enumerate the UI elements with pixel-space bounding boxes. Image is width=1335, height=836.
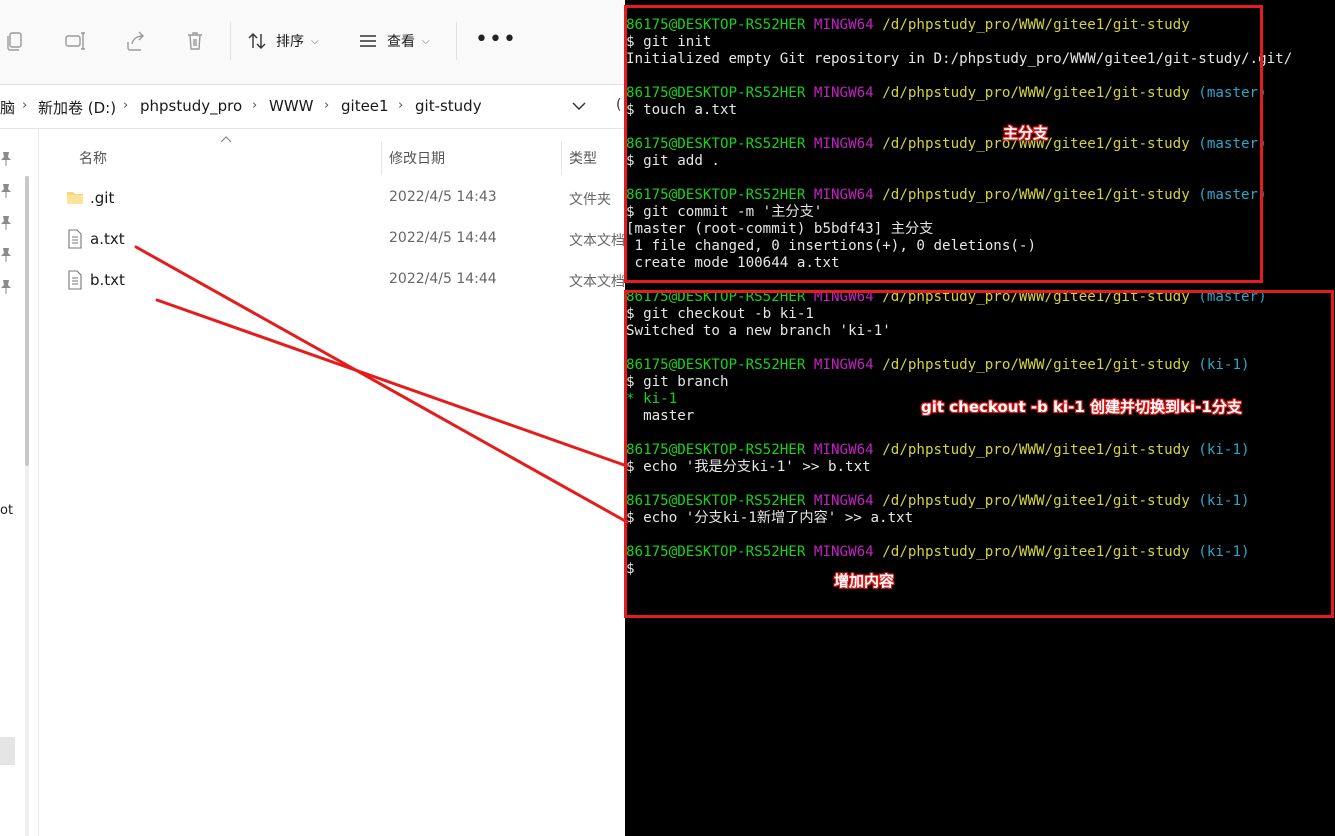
- breadcrumb-item[interactable]: 新加卷 (D:): [38, 97, 116, 118]
- sort-icon: [248, 33, 266, 49]
- breadcrumb-item[interactable]: phpstudy_pro: [140, 97, 242, 115]
- copy-icon[interactable]: [4, 30, 26, 52]
- file-row[interactable]: .git 2022/4/5 14:43 文件夹: [60, 179, 625, 217]
- column-header-type[interactable]: 类型: [569, 148, 597, 168]
- nav-selected-item[interactable]: [0, 737, 15, 765]
- chevron-right-icon[interactable]: ›: [398, 98, 403, 113]
- breadcrumb-item[interactable]: gitee1: [341, 97, 389, 115]
- toolbar-divider: [230, 22, 231, 60]
- pin-icon[interactable]: [0, 151, 12, 166]
- nav-item-partial[interactable]: ot: [0, 503, 13, 518]
- view-label: 查看: [387, 34, 415, 50]
- file-date: 2022/4/5 14:44: [389, 271, 497, 287]
- breadcrumb-item-current[interactable]: git-study: [415, 97, 482, 115]
- highlight-box-master: [624, 5, 1263, 283]
- column-header-date[interactable]: 修改日期: [389, 148, 445, 168]
- chevron-down-icon: ⌵: [311, 35, 319, 47]
- view-button[interactable]: 查看 ⌵: [358, 28, 430, 54]
- chevron-right-icon[interactable]: ›: [324, 98, 329, 113]
- pin-icon[interactable]: [0, 279, 12, 294]
- folder-icon: [67, 192, 83, 204]
- file-type: 文本文档: [569, 274, 625, 290]
- text-file-icon: [68, 270, 82, 290]
- annotation-added-content: 增加内容: [834, 572, 895, 590]
- file-type: 文本文档: [569, 233, 625, 249]
- column-header-name[interactable]: 名称: [79, 148, 107, 168]
- rename-icon[interactable]: [64, 30, 86, 52]
- explorer-toolbar: 排序 ⌵ 查看 ⌵ •••: [0, 0, 625, 85]
- file-date: 2022/4/5 14:44: [389, 230, 497, 246]
- view-icon: [360, 35, 376, 47]
- pin-icon[interactable]: [0, 183, 12, 198]
- sort-button[interactable]: 排序 ⌵: [247, 28, 319, 54]
- annotation-checkout: git checkout -b ki-1 创建并切换到ki-1分支: [921, 398, 1242, 416]
- chevron-down-icon: ⌵: [422, 35, 430, 47]
- highlight-box-ki-1: [624, 290, 1334, 618]
- more-options-button[interactable]: •••: [475, 29, 517, 51]
- file-type: 文件夹: [569, 192, 611, 208]
- column-divider[interactable]: [381, 141, 382, 175]
- file-row[interactable]: a.txt 2022/4/5 14:44 文本文档: [60, 220, 625, 258]
- pin-icon[interactable]: [0, 215, 12, 230]
- sort-ascending-icon: [220, 136, 232, 143]
- file-explorer-window: 排序 ⌵ 查看 ⌵ ••• 脑 › 新加卷 (D:) › phpstudy_pr…: [0, 0, 625, 836]
- sort-label: 排序: [276, 34, 304, 50]
- nav-scrollbar-thumb[interactable]: [25, 176, 29, 466]
- breadcrumb-item[interactable]: WWW: [269, 97, 314, 115]
- pane-divider[interactable]: [38, 129, 39, 836]
- file-name: b.txt: [90, 271, 125, 289]
- file-date: 2022/4/5 14:43: [389, 189, 497, 205]
- column-divider[interactable]: [561, 141, 562, 175]
- chevron-right-icon[interactable]: ›: [22, 98, 27, 113]
- annotation-main-branch: 主分支: [1003, 124, 1049, 142]
- delete-icon[interactable]: [184, 30, 206, 52]
- navigation-pane: ot: [0, 129, 40, 836]
- address-bar[interactable]: 脑 › 新加卷 (D:) › phpstudy_pro › WWW › gite…: [0, 85, 625, 129]
- chevron-right-icon[interactable]: ›: [123, 98, 128, 113]
- breadcrumb-item[interactable]: 脑: [0, 97, 15, 118]
- address-edge-glyph: (: [616, 97, 622, 113]
- file-row[interactable]: b.txt 2022/4/5 14:44 文本文档: [60, 261, 625, 299]
- text-file-icon: [68, 229, 82, 249]
- chevron-down-icon[interactable]: [571, 99, 587, 113]
- file-name: .git: [90, 189, 115, 207]
- share-icon[interactable]: [124, 30, 146, 52]
- toolbar-divider: [456, 22, 457, 60]
- file-name: a.txt: [90, 230, 125, 248]
- pin-icon[interactable]: [0, 247, 12, 262]
- chevron-right-icon[interactable]: ›: [252, 98, 257, 113]
- file-list: 名称 修改日期 类型 .git 2022/4/5 14:43 文件夹 a.txt…: [40, 129, 625, 836]
